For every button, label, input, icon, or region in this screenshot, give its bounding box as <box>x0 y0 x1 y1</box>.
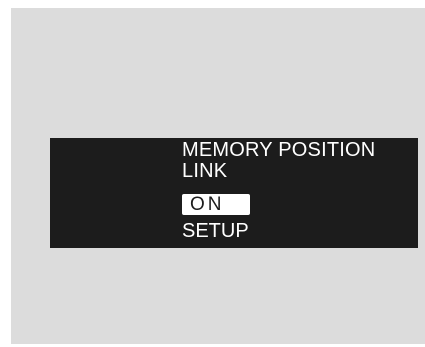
screen-title-line-1: MEMORY POSITION <box>182 139 376 161</box>
screen-title-line-2: LINK <box>182 160 228 182</box>
menu-item-setup[interactable]: SETUP <box>182 220 249 242</box>
screen-title: MEMORY POSITION LINK <box>182 140 375 182</box>
manual-figure-frame: MEMORY POSITION LINK ON SETUP <box>11 8 425 344</box>
vehicle-display-screen: MEMORY POSITION LINK ON SETUP <box>50 138 418 248</box>
menu-item-on[interactable]: ON <box>182 194 250 215</box>
